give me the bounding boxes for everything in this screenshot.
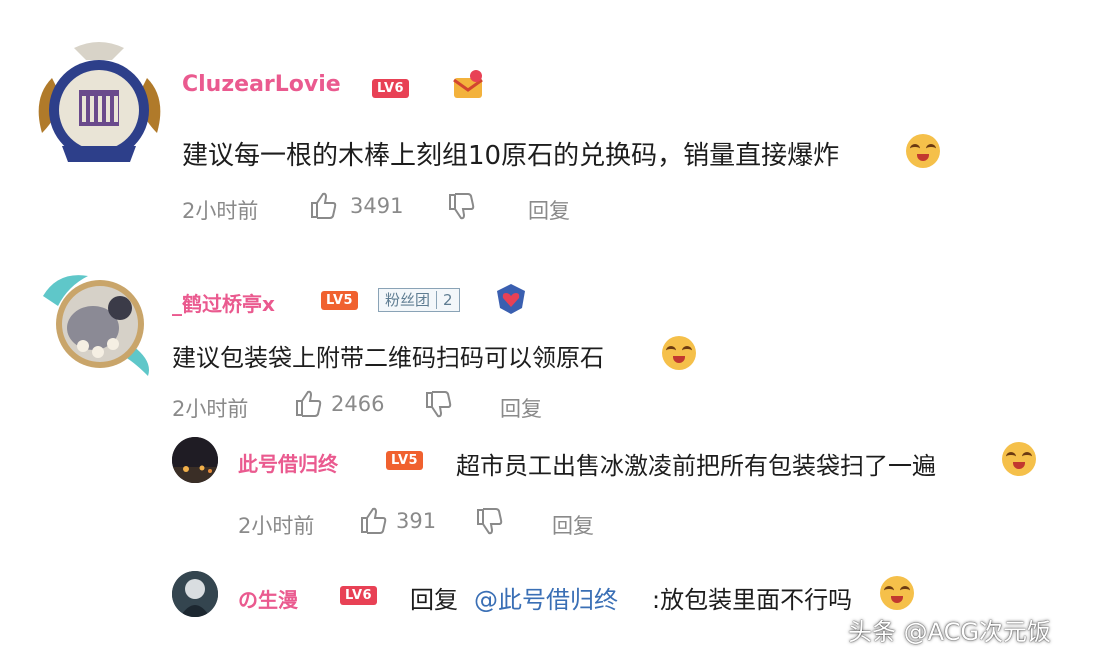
like-button[interactable]: 2466	[293, 387, 403, 421]
character-avatar	[172, 571, 218, 617]
level-badge: LV5	[386, 451, 424, 470]
thumbs-up-icon	[361, 507, 387, 534]
comment-text: 建议包装袋上附带二维码扫码可以领原石	[172, 344, 604, 372]
like-count: 2466	[331, 392, 385, 416]
reply-text: :放包装里面不行吗	[652, 586, 853, 614]
username[interactable]: 此号借归终	[238, 448, 338, 477]
username[interactable]: の生漫	[238, 584, 298, 613]
comment-1: CluzearLovie LV6 建议每一根的木棒上刻组10原石的兑换码，销量直…	[0, 0, 1108, 240]
level-badge: LV6	[372, 79, 410, 98]
dislike-button[interactable]	[446, 192, 476, 222]
username[interactable]: _鹤过桥亭x	[172, 288, 275, 317]
avatar[interactable]	[172, 571, 218, 617]
reply-prefix: 回复	[410, 586, 458, 614]
fan-group-label: 粉丝团	[385, 291, 431, 309]
heart-shield-icon	[494, 282, 528, 316]
timestamp: 2小时前	[238, 514, 315, 538]
comment-2: _鹤过桥亭x LV5 粉丝团 2 建议包装袋上附带二维码扫码可以领原石 2小时前 …	[0, 240, 1108, 430]
fan-group-badge[interactable]: 粉丝团 2	[378, 288, 460, 312]
dog-emoji-icon	[880, 576, 914, 610]
thumbs-up-icon	[311, 192, 337, 219]
like-count: 3491	[350, 194, 404, 218]
watermark: 头条 @ACG次元饭	[848, 618, 1051, 646]
reply-1: 此号借归终 LV5 超市员工出售冰激凌前把所有包装袋扫了一遍 2小时前 391 …	[0, 430, 1108, 550]
dislike-button[interactable]	[474, 507, 504, 537]
level-badge: LV6	[340, 586, 378, 605]
medal-icon	[450, 68, 486, 102]
ravenclaw-crest-avatar	[38, 42, 161, 162]
like-button[interactable]: 391	[358, 504, 458, 538]
thumbs-down-icon	[477, 508, 503, 535]
mention-link[interactable]: @此号借归终	[474, 580, 618, 615]
dog-emoji-icon	[906, 134, 940, 168]
username[interactable]: CluzearLovie	[182, 72, 341, 97]
thumbs-up-icon	[296, 390, 322, 417]
level-badge: LV5	[321, 291, 359, 310]
reply-button[interactable]: 回复	[552, 510, 594, 540]
dog-emoji-icon	[662, 336, 696, 370]
comment-text: 建议每一根的木棒上刻组10原石的兑换码，销量直接爆炸	[182, 141, 840, 171]
dislike-button[interactable]	[423, 390, 453, 420]
timestamp: 2小时前	[172, 397, 249, 421]
avatar[interactable]	[32, 38, 167, 168]
like-count: 391	[396, 509, 437, 533]
night-scene-avatar	[172, 437, 218, 483]
character-avatar	[43, 275, 149, 376]
thumbs-down-icon	[426, 391, 452, 418]
reply-button[interactable]: 回复	[500, 393, 542, 423]
timestamp: 2小时前	[182, 199, 259, 223]
reply-text: 超市员工出售冰激凌前把所有包装袋扫了一遍	[456, 452, 936, 480]
thumbs-down-icon	[449, 193, 475, 220]
avatar[interactable]	[172, 437, 218, 483]
reply-button[interactable]: 回复	[528, 195, 570, 225]
avatar[interactable]	[38, 266, 156, 378]
dog-emoji-icon	[1002, 442, 1036, 476]
fan-group-level: 2	[436, 291, 459, 309]
like-button[interactable]: 3491	[308, 189, 418, 223]
